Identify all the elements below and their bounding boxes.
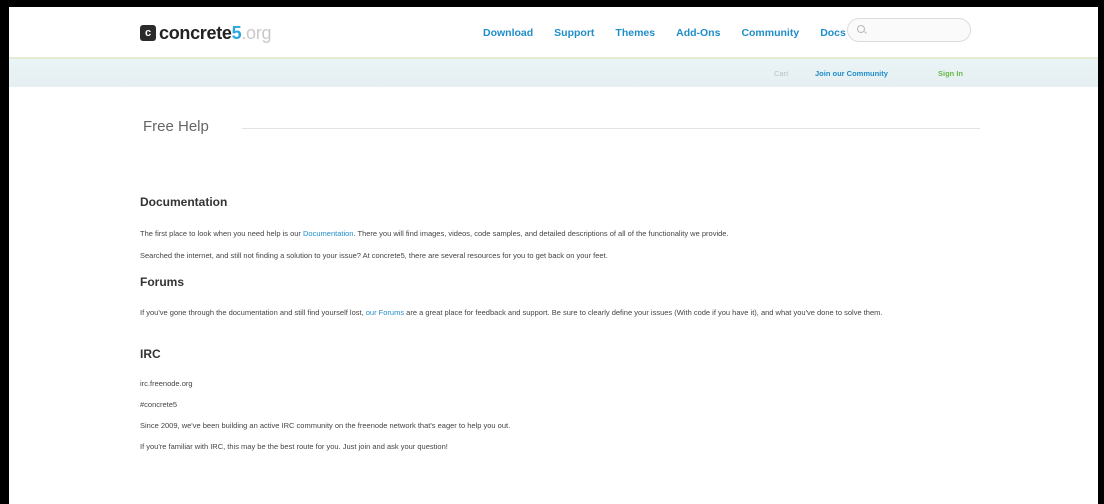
title-divider — [242, 128, 980, 129]
irc-server: irc.freenode.org — [140, 379, 193, 388]
forums-p1-after: are a great place for feedback and suppo… — [404, 308, 883, 317]
site-logo[interactable]: c concrete5.org — [140, 23, 271, 43]
concrete5-logo-icon: c — [140, 25, 156, 41]
sub-header-bar: Cart Join our Community Sign In — [9, 57, 1098, 87]
documentation-heading: Documentation — [140, 195, 228, 209]
join-community-link[interactable]: Join our Community — [815, 69, 888, 78]
nav-download[interactable]: Download — [483, 27, 533, 39]
irc-paragraph-1: Since 2009, we've been building an activ… — [140, 421, 511, 430]
irc-paragraph-2: If you're familiar with IRC, this may be… — [140, 442, 448, 451]
forums-p1-before: If you've gone through the documentation… — [140, 308, 366, 317]
documentation-link[interactable]: Documentation — [303, 229, 353, 238]
browser-viewport: c concrete5.org Download Support Themes … — [9, 7, 1098, 504]
forums-heading: Forums — [140, 275, 185, 289]
nav-community[interactable]: Community — [741, 27, 799, 39]
main-nav: Download Support Themes Add-Ons Communit… — [483, 27, 867, 39]
documentation-paragraph-2: Searched the internet, and still not fin… — [140, 251, 608, 260]
nav-themes[interactable]: Themes — [615, 27, 655, 39]
forums-link[interactable]: our Forums — [366, 308, 404, 317]
search-box[interactable] — [847, 18, 971, 42]
site-header: c concrete5.org Download Support Themes … — [9, 7, 1098, 57]
page-title: Free Help — [143, 118, 209, 135]
irc-channel: #concrete5 — [140, 400, 178, 409]
logo-tld: .org — [241, 22, 272, 43]
doc-p1-before: The first place to look when you need he… — [140, 229, 304, 238]
search-icon — [857, 25, 865, 33]
doc-p1-after: . There you will find images, videos, co… — [353, 229, 729, 238]
sign-in-link[interactable]: Sign In — [938, 69, 963, 78]
logo-name: concrete — [159, 22, 232, 43]
cart-link[interactable]: Cart — [774, 69, 788, 78]
nav-support[interactable]: Support — [554, 27, 594, 39]
search-input[interactable] — [870, 22, 969, 40]
logo-five: 5 — [231, 22, 242, 43]
nav-docs[interactable]: Docs — [820, 27, 846, 39]
nav-addons[interactable]: Add-Ons — [676, 27, 720, 39]
forums-paragraph: If you've gone through the documentation… — [140, 307, 980, 318]
irc-heading: IRC — [140, 347, 161, 361]
documentation-paragraph-1: The first place to look when you need he… — [140, 228, 980, 239]
logo-wordmark: concrete5.org — [159, 23, 271, 44]
